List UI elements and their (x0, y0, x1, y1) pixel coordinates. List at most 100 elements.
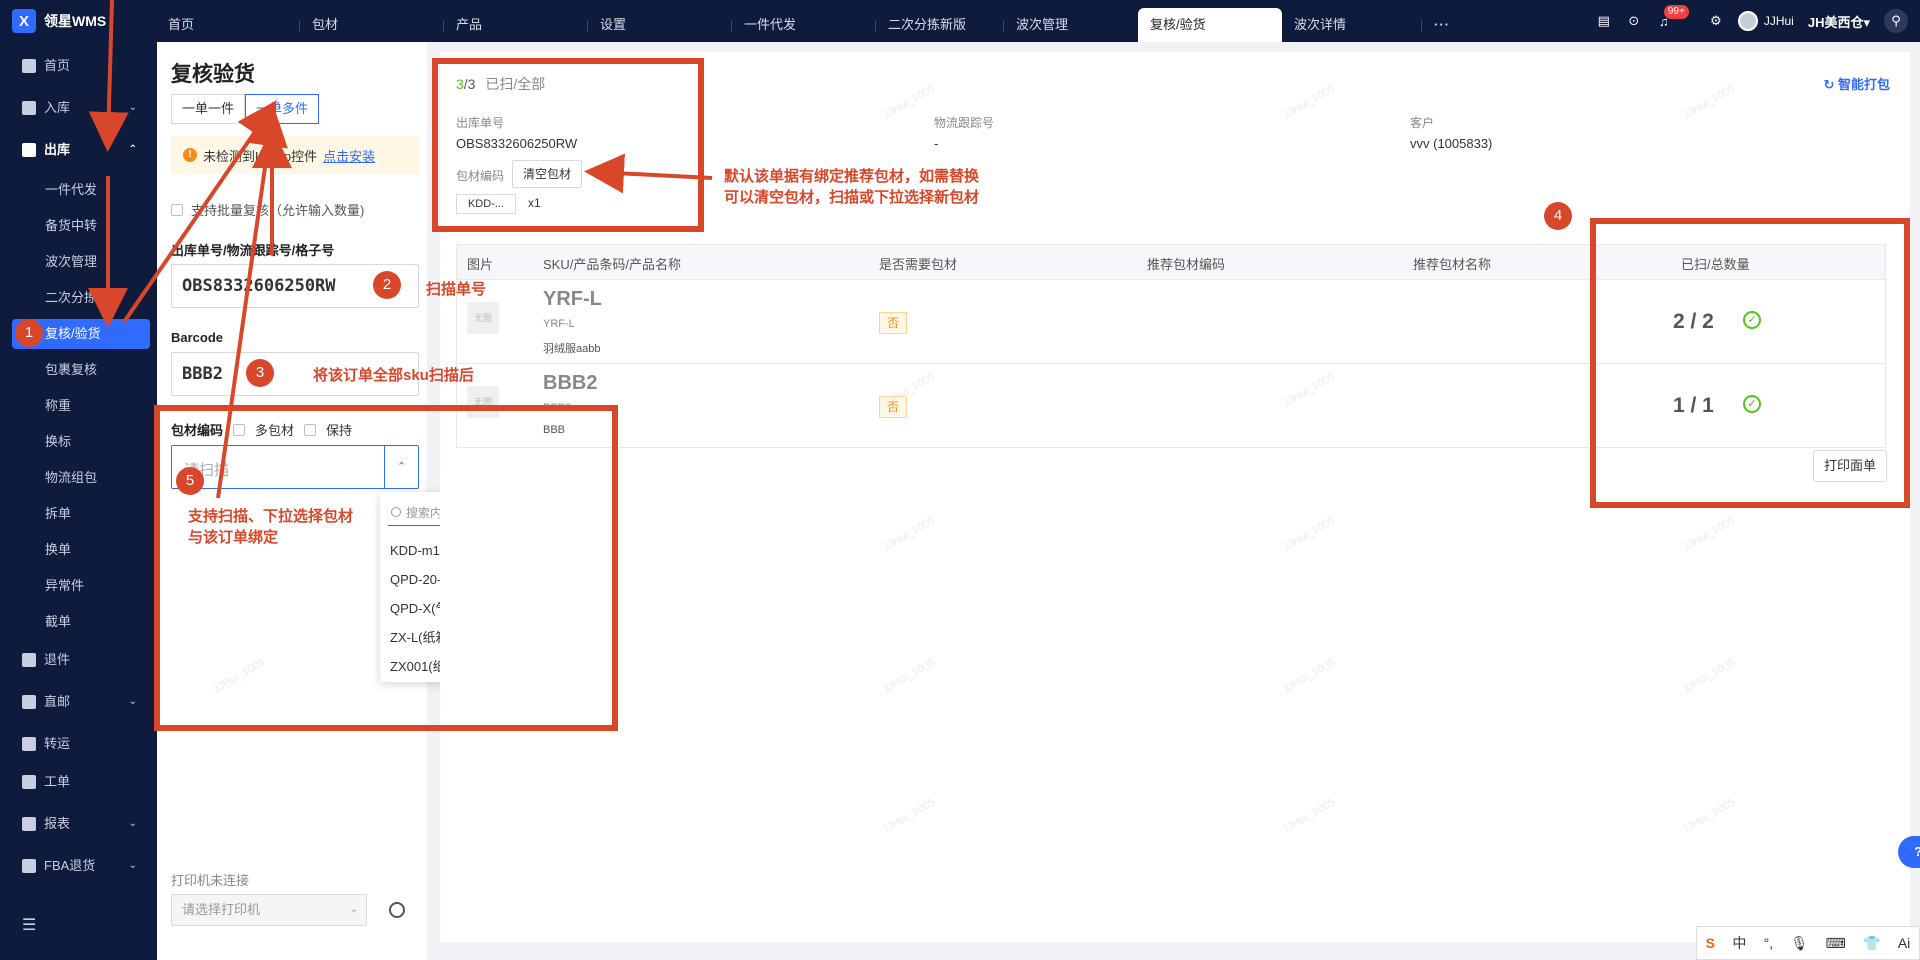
col-recommended-code: 推荐包材编码 (1147, 257, 1226, 272)
chevron-up-icon[interactable]: ⌃ (384, 446, 418, 488)
fba-icon (22, 859, 36, 873)
sidebar-sub-logistics-pack[interactable]: 物流组包 (0, 460, 157, 496)
tab-dropship[interactable]: 一件代发 (732, 8, 876, 42)
skin-icon[interactable]: 👕 (1863, 935, 1880, 952)
tab-settings[interactable]: 设置 (588, 8, 732, 42)
sidebar-sub-swap[interactable]: 换单 (0, 532, 157, 568)
table-row[interactable]: 无图 YRF-L YRF-L 羽绒服aabb 否 2 / 2 ✓ (457, 279, 1885, 363)
tab-home[interactable]: 首页 (156, 8, 300, 42)
chevron-down-icon: ⌄ (128, 860, 137, 871)
ai-icon[interactable]: Ai (1898, 935, 1910, 951)
order-number-label: 出库单号/物流跟踪号/格子号 (171, 243, 335, 258)
tab-secondary-sort[interactable]: 二次分拣新版 (876, 8, 1004, 42)
info-label-customer: 客户 (1410, 116, 1435, 130)
sidebar-sub-wave[interactable]: 波次管理 (0, 244, 157, 280)
keep-checkbox[interactable] (304, 423, 317, 436)
batch-review-option[interactable]: 支持批量复核（允许输入数量) (171, 200, 364, 219)
annotation-scan-order: 扫描单号 (426, 281, 487, 298)
annotation-replace-packaging-2: 可以清空包材，扫描或下拉选择新包材 (724, 189, 980, 206)
multi-packaging-checkbox[interactable] (233, 423, 246, 436)
col-scanned-total: 已扫/总数量 (1681, 257, 1750, 272)
install-link[interactable]: 点击安装 (323, 146, 375, 165)
single-item-mode-button[interactable]: 一单一件 (171, 94, 246, 124)
global-search-button[interactable]: ⚲ (1884, 9, 1908, 33)
user-menu[interactable]: JJHui (1737, 11, 1794, 31)
print-label-button[interactable]: 打印面单 (1813, 450, 1888, 482)
sidebar-sub-dropship[interactable]: 一件代发 (0, 172, 157, 208)
chevron-up-icon: ⌃ (128, 144, 137, 155)
sidebar-item-outbound[interactable]: 出库 ⌃ (0, 132, 157, 168)
sidebar-sub-relabel[interactable]: 换标 (0, 424, 157, 460)
printer-settings-icon[interactable] (389, 902, 405, 918)
check-circle-icon: ✓ (1743, 311, 1761, 329)
step-number-5: 5 (176, 467, 204, 495)
info-label-tracking: 物流跟踪号 (934, 116, 995, 130)
sidebar-sub-intercept[interactable]: 截单 (0, 604, 157, 640)
download-icon[interactable]: ⊙ (1626, 13, 1642, 29)
sku-table: 图片 SKU/产品条码/产品名称 是否需要包材 推荐包材编码 推荐包材名称 已扫… (456, 244, 1886, 448)
tab-product[interactable]: 产品 (444, 8, 588, 42)
sidebar-sub-package-review[interactable]: 包裹复核 (0, 352, 157, 388)
multi-item-mode-button[interactable]: 一单多件 (245, 94, 320, 124)
warehouse-select[interactable]: JH美西仓▾ (1808, 12, 1870, 31)
app-name: 领星WMS (44, 13, 107, 29)
info-value-order: OBS8332606250RW (456, 136, 578, 151)
packaging-code-input[interactable]: 请扫描 ⌃ (171, 445, 419, 489)
sku: BBB2 (543, 372, 598, 394)
col-sku: SKU/产品条码/产品名称 (543, 257, 681, 272)
tab-wave-management[interactable]: 波次管理 (1004, 8, 1138, 42)
product-name: 羽绒服aabb (543, 343, 601, 355)
sidebar-item-report[interactable]: 报表 ⌄ (0, 806, 157, 842)
sidebar-sub-secondary-sort[interactable]: 二次分拣 (0, 280, 157, 316)
clear-packaging-button[interactable]: 清空包材 (512, 160, 583, 188)
table-header: 图片 SKU/产品条码/产品名称 是否需要包材 推荐包材编码 推荐包材名称 已扫… (457, 245, 1885, 279)
sidebar-collapse-icon[interactable]: ☰ (0, 908, 157, 944)
ime-language-toggle[interactable]: 中 (1732, 933, 1746, 953)
sidebar-item-fba-returns[interactable]: FBA退货 ⌄ (0, 848, 157, 884)
gear-icon[interactable]: ⚙ (1708, 13, 1724, 29)
outbound-icon (22, 143, 36, 157)
keyboard-icon[interactable]: ⌨ (1826, 935, 1846, 952)
microphone-icon[interactable]: 🎙 (1790, 935, 1808, 952)
sidebar-sub-split[interactable]: 拆单 (0, 496, 157, 532)
col-recommended-name: 推荐包材名称 (1413, 257, 1492, 272)
notifications[interactable]: ♫ 99+ (1656, 5, 1689, 29)
service-button[interactable]: ? 服务 (1898, 836, 1920, 868)
sidebar-item-home[interactable]: 首页 (0, 48, 157, 84)
ime-logo-icon[interactable]: S (1706, 935, 1715, 951)
product-name: BBB (543, 424, 566, 436)
packaging-code-caption: 包材编码 (456, 169, 505, 183)
sidebar-item-work-order[interactable]: 工单 (0, 764, 157, 800)
work-order-icon (22, 775, 36, 789)
ime-punctuation-icon[interactable]: °, (1764, 935, 1774, 951)
sidebar-sub-exception[interactable]: 异常件 (0, 568, 157, 604)
annotation-replace-packaging: 默认该单据有绑定推荐包材，如需替换 (724, 168, 980, 185)
top-bar: X 领星WMS 首页 包材 产品 设置 一件代发 二次分拣新版 波次管理 复核/… (0, 0, 1920, 42)
app-logo[interactable]: X 领星WMS (12, 9, 106, 33)
printer-select[interactable]: 请选择打印机 ⌄ (171, 894, 367, 926)
warning-icon: ! (183, 148, 197, 162)
warning-text: 未检测到Lodop控件 (203, 148, 318, 164)
direct-mail-icon (22, 695, 36, 709)
sidebar-sub-weigh[interactable]: 称重 (0, 388, 157, 424)
table-row[interactable]: 无图 BBB2 BBB2 BBB 否 1 / 1 ✓ (457, 363, 1885, 447)
tab-review-inspection[interactable]: 复核/验货 (1138, 8, 1282, 42)
batch-checkbox[interactable] (171, 203, 183, 216)
need-packaging-badge: 否 (879, 312, 907, 334)
print-queue-icon[interactable]: ▤ (1596, 13, 1612, 29)
sidebar-sub-stock-transfer[interactable]: 备货中转 (0, 208, 157, 244)
smart-pack-button[interactable]: ↻ 智能打包 (1823, 74, 1890, 93)
chevron-down-icon: ⌄ (128, 102, 137, 113)
tab-more[interactable]: ··· (1422, 8, 1462, 42)
step-number-2: 2 (373, 271, 401, 299)
sidebar-item-inbound[interactable]: 入库 ⌄ (0, 90, 157, 126)
sidebar-item-returns[interactable]: 退件 (0, 642, 157, 678)
sidebar-item-transfer[interactable]: 转运 (0, 726, 157, 762)
scanned-quantity: 2 / 2 (1673, 310, 1714, 333)
tab-packaging[interactable]: 包材 (300, 8, 444, 42)
sidebar-item-direct-mail[interactable]: 直邮 ⌄ (0, 684, 157, 720)
tab-wave-detail[interactable]: 波次详情 (1282, 8, 1422, 42)
info-value-customer: vvv (1005833) (1410, 136, 1493, 151)
step-number-4: 4 (1544, 202, 1572, 230)
multi-packaging-label: 多包材 (255, 423, 295, 438)
